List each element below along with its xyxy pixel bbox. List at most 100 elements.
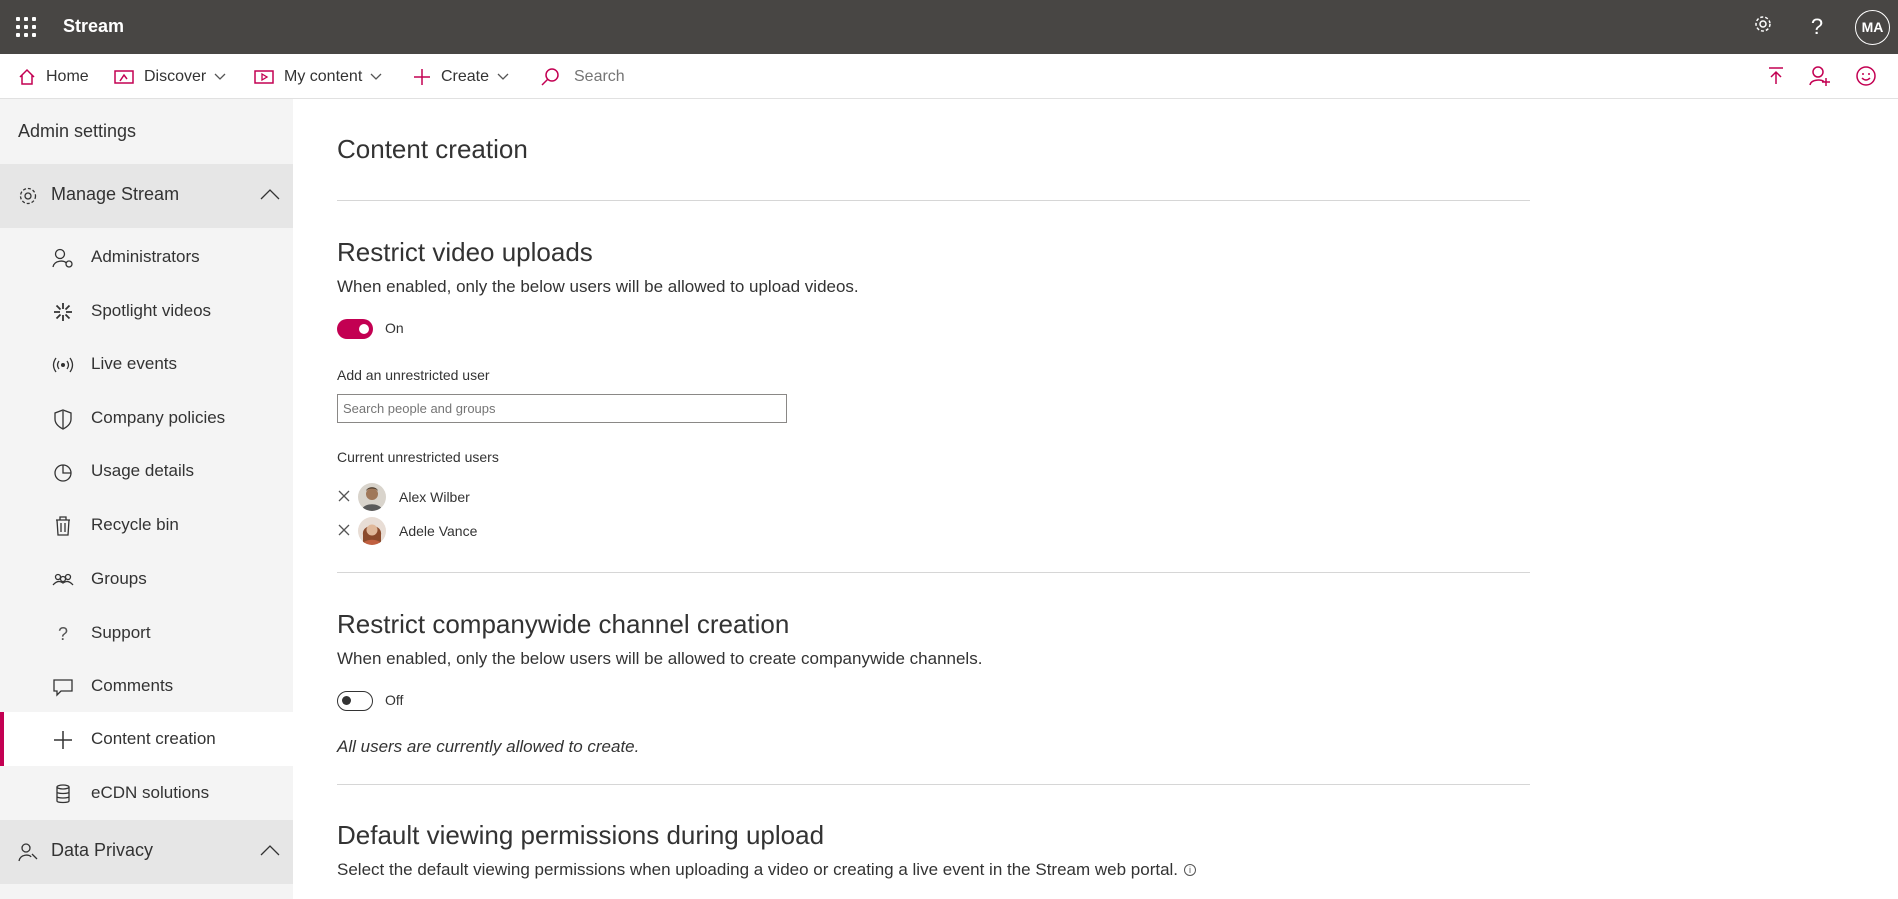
data-privacy-label: Data Privacy	[51, 840, 154, 860]
gear-icon	[19, 187, 37, 205]
channels-section-title: Restrict companywide channel creation	[337, 609, 790, 639]
nav-home-label: Home	[46, 67, 89, 85]
avatar	[358, 517, 386, 545]
sidebar-item-recycle-bin[interactable]: Recycle bin	[0, 498, 293, 552]
manage-stream-group[interactable]: Manage Stream	[0, 164, 293, 228]
privacy-person-icon	[18, 843, 38, 862]
sidebar-item-spotlight-videos[interactable]: Spotlight videos	[0, 284, 293, 338]
nav-create[interactable]: Create	[413, 54, 509, 99]
pie-chart-icon	[54, 464, 72, 482]
sidebar-item-support[interactable]: ? Support	[0, 606, 293, 660]
search-icon	[541, 67, 559, 86]
question-icon: ?	[57, 624, 68, 644]
chevron-down-icon	[214, 73, 226, 80]
groups-icon	[52, 573, 74, 586]
sidebar-item-label: Live events	[91, 354, 177, 373]
channels-section-desc: When enabled, only the below users will …	[337, 649, 983, 668]
chevron-up-icon	[260, 189, 280, 200]
sidebar-item-label: Support	[91, 623, 151, 642]
uploads-toggle[interactable]	[337, 319, 373, 339]
info-icon[interactable]: i	[1184, 864, 1197, 876]
spotlight-icon	[54, 303, 72, 321]
chevron-down-icon	[497, 73, 509, 80]
top-bar: Stream ? MA	[0, 0, 1898, 54]
nav-discover-label: Discover	[144, 67, 207, 85]
sidebar-item-label: Groups	[91, 569, 147, 588]
sidebar-item-groups[interactable]: Groups	[0, 552, 293, 606]
sidebar-item-label: eCDN solutions	[91, 783, 210, 802]
current-users-label: Current unrestricted users	[337, 449, 499, 465]
sidebar-item-usage-details[interactable]: Usage details	[0, 444, 293, 498]
shield-icon	[54, 409, 72, 430]
close-icon[interactable]	[337, 489, 351, 503]
sidebar-item-ecdn-solutions[interactable]: eCDN solutions	[0, 766, 293, 820]
live-events-icon	[52, 357, 74, 373]
nav-home[interactable]: Home	[18, 54, 89, 99]
nav-create-label: Create	[441, 67, 490, 85]
sidebar-header: Admin settings	[18, 121, 137, 141]
add-person-icon[interactable]	[1808, 64, 1832, 88]
uploads-section-title: Restrict video uploads	[337, 237, 593, 267]
add-user-label: Add an unrestricted user	[337, 367, 490, 383]
close-icon[interactable]	[337, 523, 351, 537]
plus-icon	[414, 68, 430, 85]
feedback-smiley-icon[interactable]	[1854, 64, 1878, 88]
sidebar-item-label: Company policies	[91, 408, 226, 427]
user-avatar[interactable]: MA	[1855, 10, 1890, 45]
permissions-section-desc: Select the default viewing permissions w…	[337, 860, 1197, 880]
channels-toggle-label: Off	[385, 692, 404, 708]
app-launcher-icon[interactable]	[16, 17, 36, 37]
divider	[337, 200, 1530, 201]
plus-icon	[54, 731, 72, 749]
channels-toggle[interactable]	[337, 691, 373, 711]
sidebar-item-label: Recycle bin	[91, 515, 179, 534]
nav-discover[interactable]: Discover	[114, 54, 226, 99]
page-title: Content creation	[337, 134, 528, 164]
nav-my-content[interactable]: My content	[254, 54, 382, 99]
permissions-section-title: Default viewing permissions during uploa…	[337, 820, 825, 850]
permissions-desc-text: Select the default viewing permissions w…	[337, 860, 1179, 879]
sidebar-item-label: Content creation	[91, 729, 216, 748]
sidebar-item-label: Administrators	[91, 247, 200, 266]
admin-icon	[52, 248, 73, 268]
data-privacy-group[interactable]: Data Privacy	[0, 820, 293, 884]
user-row: Alex Wilber	[337, 483, 637, 513]
nav-my-content-label: My content	[284, 67, 363, 85]
sidebar-item-live-events[interactable]: Live events	[0, 337, 293, 391]
sidebar-item-company-policies[interactable]: Company policies	[0, 391, 293, 445]
uploads-toggle-label: On	[385, 320, 404, 336]
search-box[interactable]	[540, 54, 874, 99]
settings-gear-icon[interactable]	[1750, 14, 1776, 40]
comment-icon	[53, 679, 73, 697]
avatar	[358, 483, 386, 511]
divider	[337, 784, 1530, 785]
manage-stream-label: Manage Stream	[51, 184, 180, 204]
app-title[interactable]: Stream	[63, 16, 124, 37]
channels-note: All users are currently allowed to creat…	[337, 737, 640, 756]
help-icon[interactable]: ?	[1804, 14, 1830, 40]
sidebar-item-label: Spotlight videos	[91, 301, 212, 320]
database-icon	[56, 784, 70, 804]
upload-icon[interactable]	[1764, 64, 1788, 88]
sidebar-item-comments[interactable]: Comments	[0, 659, 293, 713]
user-row: Adele Vance	[337, 517, 637, 547]
search-input[interactable]	[574, 67, 874, 86]
chevron-down-icon	[370, 73, 382, 80]
sidebar-item-content-creation[interactable]: Content creation	[0, 712, 293, 766]
user-name: Alex Wilber	[399, 489, 470, 505]
chevron-up-icon	[260, 845, 280, 856]
user-name: Adele Vance	[399, 523, 478, 539]
sidebar-item-administrators[interactable]: Administrators	[0, 230, 293, 284]
sidebar-item-label: Usage details	[91, 461, 195, 480]
home-icon	[19, 68, 35, 85]
uploads-section-desc: When enabled, only the below users will …	[337, 277, 859, 296]
trash-icon	[56, 516, 70, 536]
divider	[337, 572, 1530, 573]
sidebar-item-label: Comments	[91, 676, 174, 695]
main-content: Content creation Restrict video uploads …	[293, 99, 1898, 899]
discover-icon	[114, 69, 134, 84]
video-icon	[254, 69, 274, 84]
admin-sidebar: Admin settings Manage Stream Administrat…	[0, 99, 293, 899]
people-search-input[interactable]	[337, 394, 787, 423]
command-bar: Home Discover My content Create	[0, 54, 1898, 99]
